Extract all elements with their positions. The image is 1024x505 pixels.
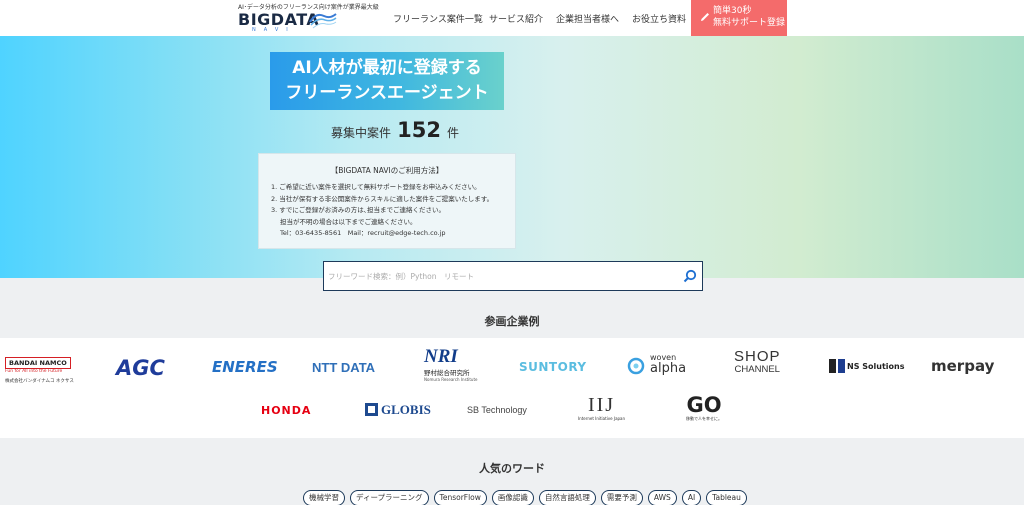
hero-title-line2: フリーランスエージェント xyxy=(285,83,489,103)
nri-japanese-name: 野村総合研究所 xyxy=(424,369,470,377)
count-value: 152 xyxy=(397,118,441,142)
nri-wordmark: NRI xyxy=(424,346,458,367)
usage-info-line: 2. 当社が保有する非公開案件からスキルに適した案件をご提案いたします。 xyxy=(271,194,494,203)
iij-english-name: Internet Initiative Japan xyxy=(578,416,626,421)
search-icon[interactable] xyxy=(683,269,697,283)
usage-info-line: 3. すでにご登録がお済みの方は､担当までご連絡ください。 xyxy=(271,206,445,214)
site-header: AI･データ分析のフリーランス向け案件が業界最大級 BIGDATA NAVI フ… xyxy=(0,0,1024,36)
nri-english-name: Nomura Research Institute xyxy=(424,377,478,382)
hero-title-line1: AI人材が最初に登録する xyxy=(292,58,482,78)
suntory-logo: SUNTORY xyxy=(519,360,587,374)
ns-mark-icon xyxy=(829,359,845,373)
agc-logo: AGC xyxy=(116,356,165,380)
go-logo: GO 移動で人を幸せに。 xyxy=(686,394,722,422)
tag-item[interactable]: 自然言語処理 xyxy=(538,490,596,505)
nav-resources[interactable]: お役立ち資料 xyxy=(632,12,686,25)
search-input[interactable] xyxy=(328,267,668,285)
popular-tags: 機械学習 ディープラーニング TensorFlow 画像認識 自然言語処理 需要… xyxy=(303,490,752,505)
nri-logo: NRI 野村総合研究所 Nomura Research Institute xyxy=(424,346,478,382)
tag-item[interactable]: AWS xyxy=(647,490,677,505)
usage-info-line: 担当が不明の場合は以下までご連絡ください。 xyxy=(280,217,417,226)
sb-technology-logo: SB Technology xyxy=(467,405,527,415)
usage-info-line: 1. ご希望に近い案件を選択して無料サポート登録をお申込みください。 xyxy=(271,183,481,191)
channel-wordmark: CHANNEL xyxy=(734,364,780,375)
go-wordmark: GO xyxy=(686,393,722,417)
tag-item[interactable]: 画像認識 xyxy=(491,490,534,505)
globis-wordmark: GLOBIS xyxy=(381,402,431,417)
shop-channel-logo: SHOP CHANNEL xyxy=(734,348,781,375)
iij-logo: IIJ Internet Initiative Japan xyxy=(578,394,625,421)
go-slogan: 移動で人を幸せに。 xyxy=(686,416,722,421)
bandai-namco-logo: BANDAI NAMCO Fun for All into the Future… xyxy=(5,350,74,384)
count-unit: 件 xyxy=(447,126,460,140)
open-jobs-count: 募集中案件 152 件 xyxy=(331,118,459,142)
shop-wordmark: SHOP xyxy=(734,348,781,365)
nav-for-companies[interactable]: 企業担当者様へ xyxy=(556,12,619,25)
iij-wordmark: IIJ xyxy=(587,394,616,416)
tag-item[interactable]: 需要予測 xyxy=(600,490,643,505)
nav-freelance-jobs[interactable]: フリーランス案件一覧 xyxy=(393,12,483,25)
usage-info-list: 1. ご希望に近い案件を選択して無料サポート登録をお申込みください。 2. 当社… xyxy=(271,182,493,240)
tag-item[interactable]: ディープラーニング xyxy=(350,490,429,505)
alpha-wordmark: alpha xyxy=(650,361,687,376)
pencil-icon xyxy=(701,13,709,21)
companies-section-title: 参画企業例 xyxy=(484,315,540,328)
search-box xyxy=(323,261,703,291)
bandai-namco-wordmark: BANDAI NAMCO xyxy=(5,357,71,369)
woven-mark-icon xyxy=(627,357,645,375)
tag-item[interactable]: TensorFlow xyxy=(433,490,487,505)
usage-info-box: 【BIGDATA NAVIのご利用方法】 1. ご希望に近い案件を選択して無料サ… xyxy=(258,153,516,249)
contact-info: Tel：03-6435-8561 Mail：recruit@edge-tech.… xyxy=(280,229,446,237)
usage-info-title: 【BIGDATA NAVIのご利用方法】 xyxy=(330,166,444,175)
honda-logo: HONDA xyxy=(261,404,312,417)
hero-title: AI人材が最初に登録する フリーランスエージェント xyxy=(270,52,504,110)
popular-words-title: 人気のワード xyxy=(479,462,545,475)
ns-wordmark: NS Solutions xyxy=(847,362,905,371)
eneres-logo: ENERES xyxy=(212,358,278,376)
tag-item[interactable]: AI xyxy=(681,490,702,505)
nttdata-logo: NTT DATA xyxy=(312,360,376,375)
cta-line2: 無料サポート登録 xyxy=(713,18,786,28)
bandai-namco-slogan: Fun for All into the Future xyxy=(5,369,63,374)
tag-item[interactable]: 機械学習 xyxy=(303,490,345,505)
merpay-logo: merpay xyxy=(931,357,995,375)
companies-logo-band: BANDAI NAMCO Fun for All into the Future… xyxy=(0,338,1024,438)
globis-mark-icon xyxy=(365,403,378,416)
bandai-namco-company: 株式会社バンダイナムコ ネクサス xyxy=(5,379,74,384)
cta-line1: 簡単30秒 xyxy=(713,6,752,16)
logo-wave-icon xyxy=(309,13,337,29)
logo-sub: NAVI xyxy=(252,27,296,33)
count-label: 募集中案件 xyxy=(331,126,392,140)
tag-item[interactable]: Tableau xyxy=(706,490,747,505)
nav-service[interactable]: サービス紹介 xyxy=(489,12,543,25)
free-support-register-button[interactable]: 簡単30秒 無料サポート登録 xyxy=(691,0,787,36)
